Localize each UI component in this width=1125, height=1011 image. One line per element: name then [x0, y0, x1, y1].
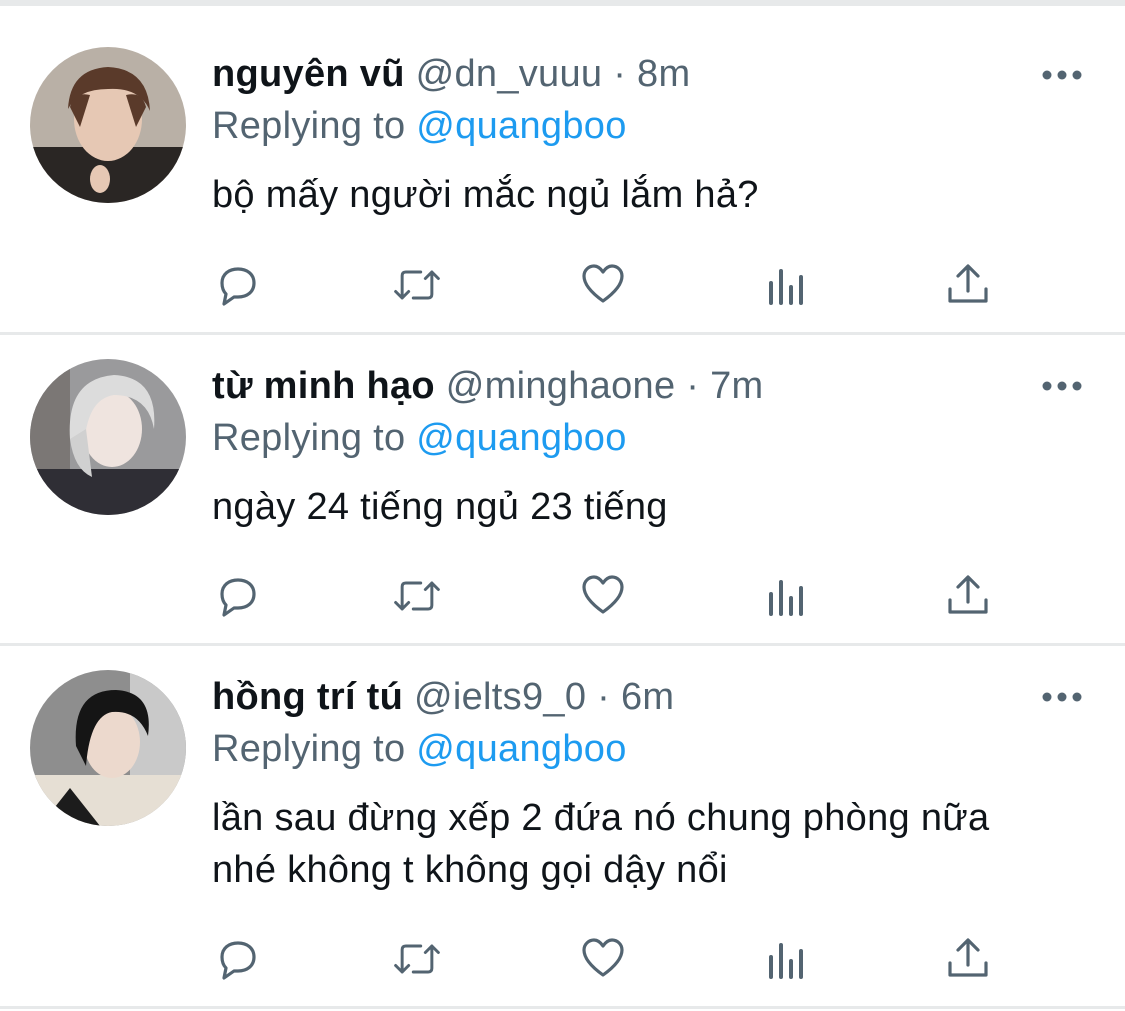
heart-icon[interactable]: [577, 261, 629, 309]
avatar[interactable]: [30, 359, 186, 515]
reply-icon[interactable]: [212, 261, 264, 309]
tweet-text: lần sau đừng xếp 2 đứa nó chung phòng nữ…: [212, 797, 990, 891]
replying-prefix: Replying to: [212, 105, 406, 147]
timestamp[interactable]: 7m: [710, 365, 763, 407]
user-handle[interactable]: @ielts9_0: [414, 676, 586, 718]
more-icon[interactable]: [1040, 376, 1084, 396]
replying-to-mention[interactable]: @quangboo: [416, 728, 626, 770]
display-name[interactable]: từ minh hạo: [212, 365, 435, 407]
tweet-reply[interactable]: từ minh hạo @minghaone · 7m Replying to …: [0, 335, 1125, 646]
share-icon[interactable]: [942, 261, 994, 309]
more-icon[interactable]: [1040, 65, 1084, 85]
replying-to-mention[interactable]: @quangboo: [416, 417, 626, 459]
tweet-text: ngày 24 tiếng ngủ 23 tiếng: [212, 486, 668, 528]
tweet-text: bộ mấy người mắc ngủ lắm hả?: [212, 174, 759, 216]
tweet-reply[interactable]: hồng trí tú @ielts9_0 · 6m Replying to @…: [0, 646, 1125, 1009]
action-bar: [212, 935, 1012, 983]
avatar[interactable]: [30, 670, 186, 826]
separator-dot: ·: [613, 53, 627, 95]
tweet-header: nguyên vũ @dn_vuuu · 8m: [212, 52, 690, 96]
share-icon[interactable]: [942, 935, 994, 983]
analytics-icon[interactable]: [761, 572, 813, 620]
tweet-header: hồng trí tú @ielts9_0 · 6m: [212, 675, 674, 719]
heart-icon[interactable]: [577, 935, 629, 983]
display-name[interactable]: hồng trí tú: [212, 676, 403, 718]
reply-icon[interactable]: [212, 572, 264, 620]
tweet-header: từ minh hạo @minghaone · 7m: [212, 364, 763, 408]
more-icon[interactable]: [1040, 687, 1084, 707]
separator-dot: ·: [597, 676, 611, 718]
analytics-icon[interactable]: [761, 261, 813, 309]
action-bar: [212, 572, 1012, 620]
divider: [0, 1006, 1125, 1009]
share-icon[interactable]: [942, 572, 994, 620]
replying-to-mention[interactable]: @quangboo: [416, 105, 626, 147]
replying-prefix: Replying to: [212, 728, 406, 770]
tweet-reply[interactable]: nguyên vũ @dn_vuuu · 8m Replying to @qua…: [0, 6, 1125, 335]
action-bar: [212, 261, 1012, 309]
user-handle[interactable]: @dn_vuuu: [416, 53, 603, 95]
replying-to-line: Replying to @quangboo: [212, 416, 627, 460]
separator-dot: ·: [686, 365, 700, 407]
analytics-icon[interactable]: [761, 935, 813, 983]
retweet-icon[interactable]: [391, 261, 443, 309]
timestamp[interactable]: 8m: [637, 53, 690, 95]
replying-to-line: Replying to @quangboo: [212, 104, 627, 148]
replying-prefix: Replying to: [212, 417, 406, 459]
timestamp[interactable]: 6m: [621, 676, 674, 718]
avatar[interactable]: [30, 47, 186, 203]
retweet-icon[interactable]: [391, 935, 443, 983]
reply-icon[interactable]: [212, 935, 264, 983]
retweet-icon[interactable]: [391, 572, 443, 620]
display-name[interactable]: nguyên vũ: [212, 53, 405, 95]
replying-to-line: Replying to @quangboo: [212, 727, 627, 771]
user-handle[interactable]: @minghaone: [446, 365, 676, 407]
heart-icon[interactable]: [577, 572, 629, 620]
